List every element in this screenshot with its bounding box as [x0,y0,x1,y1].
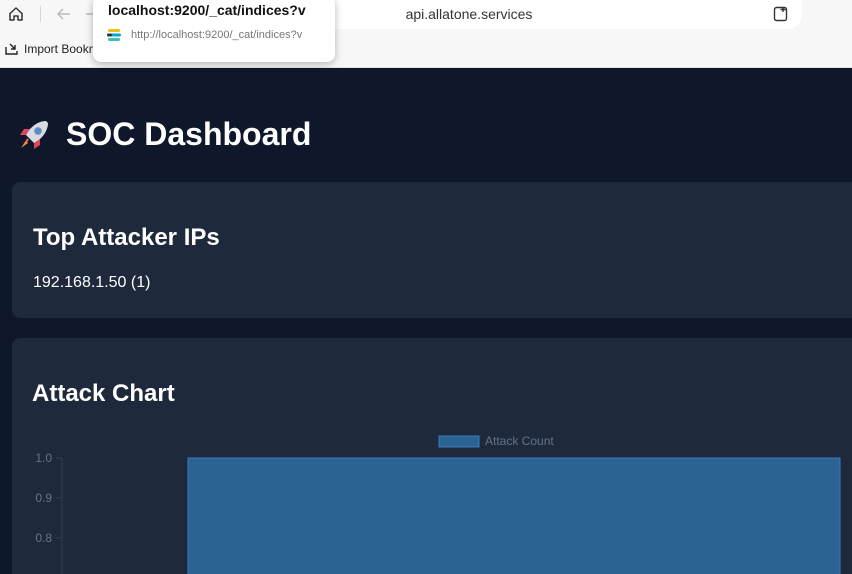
y-tick-label: 1.0 [35,451,52,465]
suggestion-title: localhost:9200/_cat/indices?v [108,2,306,18]
attack-chart-card: Attack Chart Attack Count 1.0 0.9 0.8 [12,338,852,574]
page-content: SOC Dashboard Top Attacker IPs 192.168.1… [0,68,852,574]
elastic-logo-icon [107,29,121,41]
y-tick-label: 0.9 [35,491,52,505]
home-icon[interactable] [4,2,28,26]
top-attackers-heading: Top Attacker IPs [33,224,220,251]
suggestion-row[interactable]: http://localhost:9200/_cat/indices?v [107,28,302,42]
top-attackers-card: Top Attacker IPs 192.168.1.50 (1) [12,182,852,318]
chart-bars [187,457,841,574]
y-tick-label: 0.8 [35,531,52,545]
legend-swatch [438,435,480,448]
add-page-icon[interactable] [772,5,790,23]
suggestion-url: http://localhost:9200/_cat/indices?v [131,29,303,41]
nav-separator [40,6,41,22]
chart-legend[interactable]: Attack Count [438,434,554,448]
legend-label: Attack Count [485,434,554,448]
attacker-ip-item: 192.168.1.50 (1) [33,274,151,291]
bookmark-import-label: Import Bookm [24,42,99,56]
page-title-text: SOC Dashboard [66,116,312,152]
y-axis: 1.0 0.9 0.8 [35,451,63,574]
page-title: SOC Dashboard [16,116,311,153]
rocket-icon [20,120,48,149]
back-arrow-icon[interactable] [52,2,76,26]
attack-chart: Attack Count 1.0 0.9 0.8 [35,434,841,574]
chart-bar[interactable] [187,457,841,574]
import-icon [5,43,18,55]
url-suggestion-dropdown[interactable]: localhost:9200/_cat/indices?v http://loc… [93,0,335,62]
bookmark-import[interactable]: Import Bookm [4,41,99,57]
